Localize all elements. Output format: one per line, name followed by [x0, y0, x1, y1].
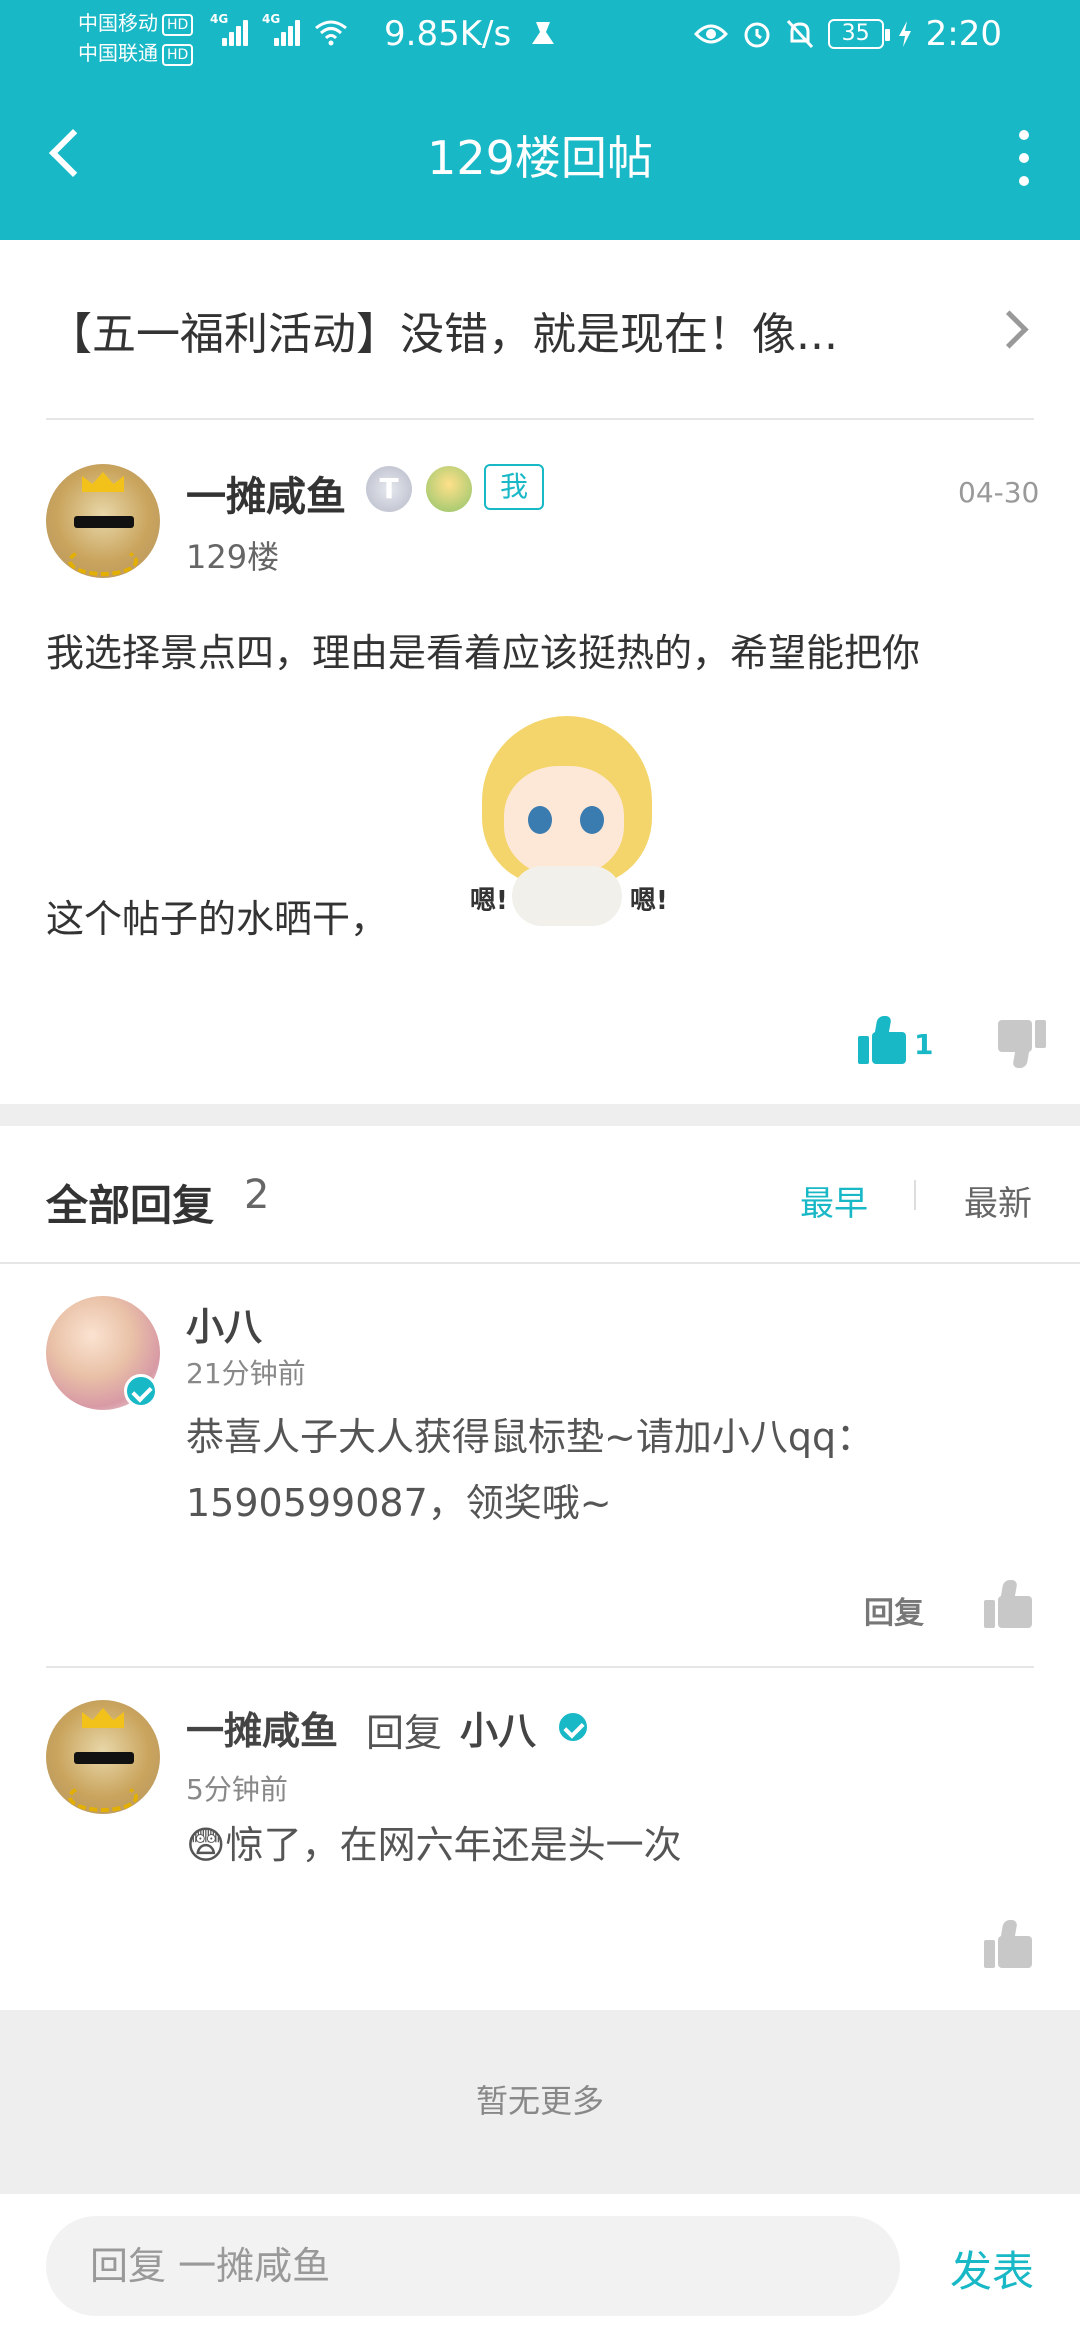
network-speed: 9.85K/s — [384, 14, 512, 54]
verified-icon — [124, 1374, 158, 1408]
reply-to-word: 回复 — [366, 1711, 443, 1755]
reply-author[interactable]: 一摊咸鱼 — [186, 1700, 338, 1755]
app-bar: 129楼回帖 — [0, 92, 1080, 220]
sort-separator — [914, 1180, 916, 1210]
status-bar: 中国移动 HD 中国联通 HD 4G 4G 9.85K/s 35 2:20 — [0, 0, 1080, 72]
clock: 2:20 — [925, 14, 1002, 54]
me-tag: 我 — [484, 464, 544, 510]
reply-author[interactable]: 小八 — [186, 1296, 262, 1351]
battery-icon: 35 — [827, 19, 890, 49]
post-text-line2: 这个帖子的水晒干， — [46, 897, 389, 941]
top-bar: 中国移动 HD 中国联通 HD 4G 4G 9.85K/s 35 2:20 12… — [0, 0, 1080, 240]
bottom-bar: 回复 一摊咸鱼 发表 — [0, 2194, 1080, 2340]
post-date: 04-30 — [958, 476, 1040, 509]
sticker-text: 嗯! — [470, 886, 508, 916]
like-icon[interactable] — [984, 1920, 1034, 1968]
signal-icons: 4G 4G — [210, 12, 348, 46]
sort-earliest-tab[interactable]: 最早 — [800, 1176, 868, 1225]
thread-link[interactable]: 【五一福利活动】没错，就是现在！像... — [0, 240, 1080, 418]
carrier-1: 中国移动 — [78, 11, 158, 35]
chevron-right-icon — [996, 310, 1028, 342]
like-count: 1 — [914, 1028, 934, 1061]
reply-input[interactable]: 回复 一摊咸鱼 — [46, 2216, 900, 2316]
network-type: 4G — [262, 12, 281, 26]
sticker-text: 嗯! — [630, 886, 668, 916]
alarm-icon — [744, 22, 770, 48]
no-more-section: 暂无更多 — [0, 2010, 1080, 2194]
eye-icon — [693, 24, 728, 44]
post-text-line1: 我选择景点四，理由是看着应该挺热的，希望能把你 — [46, 631, 921, 675]
divider — [46, 418, 1034, 420]
wifi-icon — [315, 20, 347, 46]
replies-count: 2 — [244, 1172, 270, 1218]
divider — [0, 1262, 1080, 1264]
carrier-2: 中国联通 — [78, 41, 158, 65]
character-badge-icon — [426, 466, 472, 512]
carrier-info: 中国移动 HD 中国联通 HD — [78, 8, 194, 68]
thread-title: 【五一福利活动】没错，就是现在！像... — [48, 309, 838, 360]
more-menu-button[interactable] — [1012, 130, 1036, 186]
signal-icon: 4G — [262, 12, 300, 46]
page-title: 129楼回帖 — [427, 131, 653, 185]
status-right: 35 2:20 — [693, 14, 1002, 54]
sort-latest-tab[interactable]: 最新 — [964, 1176, 1032, 1225]
charging-icon — [898, 21, 911, 47]
reply-to-user[interactable]: 小八 — [460, 1700, 536, 1755]
reply-text: 😨惊了，在网六年还是头一次 — [186, 1823, 682, 1867]
sticker-image: 嗯! 嗯! — [462, 696, 682, 936]
post-author[interactable]: 一摊咸鱼 — [186, 464, 346, 522]
replies-title: 全部回复 — [46, 1181, 215, 1230]
reply-time: 5分钟前 — [186, 1773, 288, 1806]
send-button[interactable]: 发表 — [950, 2238, 1034, 2299]
reply-button[interactable]: 回复 — [864, 1588, 924, 1632]
divider — [46, 1666, 1034, 1668]
cleaner-icon — [532, 22, 554, 44]
network-type: 4G — [210, 12, 229, 26]
signal-icon: 4G — [210, 12, 248, 46]
avatar[interactable] — [46, 464, 160, 578]
dislike-icon[interactable] — [996, 1020, 1046, 1068]
floor-number: 129楼 — [186, 538, 280, 576]
hd-badge: HD — [162, 13, 194, 36]
mute-bell-icon — [786, 19, 813, 49]
like-icon[interactable] — [984, 1580, 1034, 1628]
section-gap — [0, 1104, 1080, 1126]
like-icon[interactable] — [858, 1016, 908, 1064]
no-more-text: 暂无更多 — [475, 2082, 604, 2120]
reply-text: 恭喜人子大人获得鼠标垫~请加小八qq：1590599087，领奖哦~ — [186, 1415, 875, 1525]
hd-badge: HD — [162, 43, 194, 66]
reply-time: 21分钟前 — [186, 1357, 306, 1390]
avatar[interactable] — [46, 1700, 160, 1814]
verified-icon — [556, 1710, 590, 1744]
level-badge-icon: T — [366, 466, 412, 512]
